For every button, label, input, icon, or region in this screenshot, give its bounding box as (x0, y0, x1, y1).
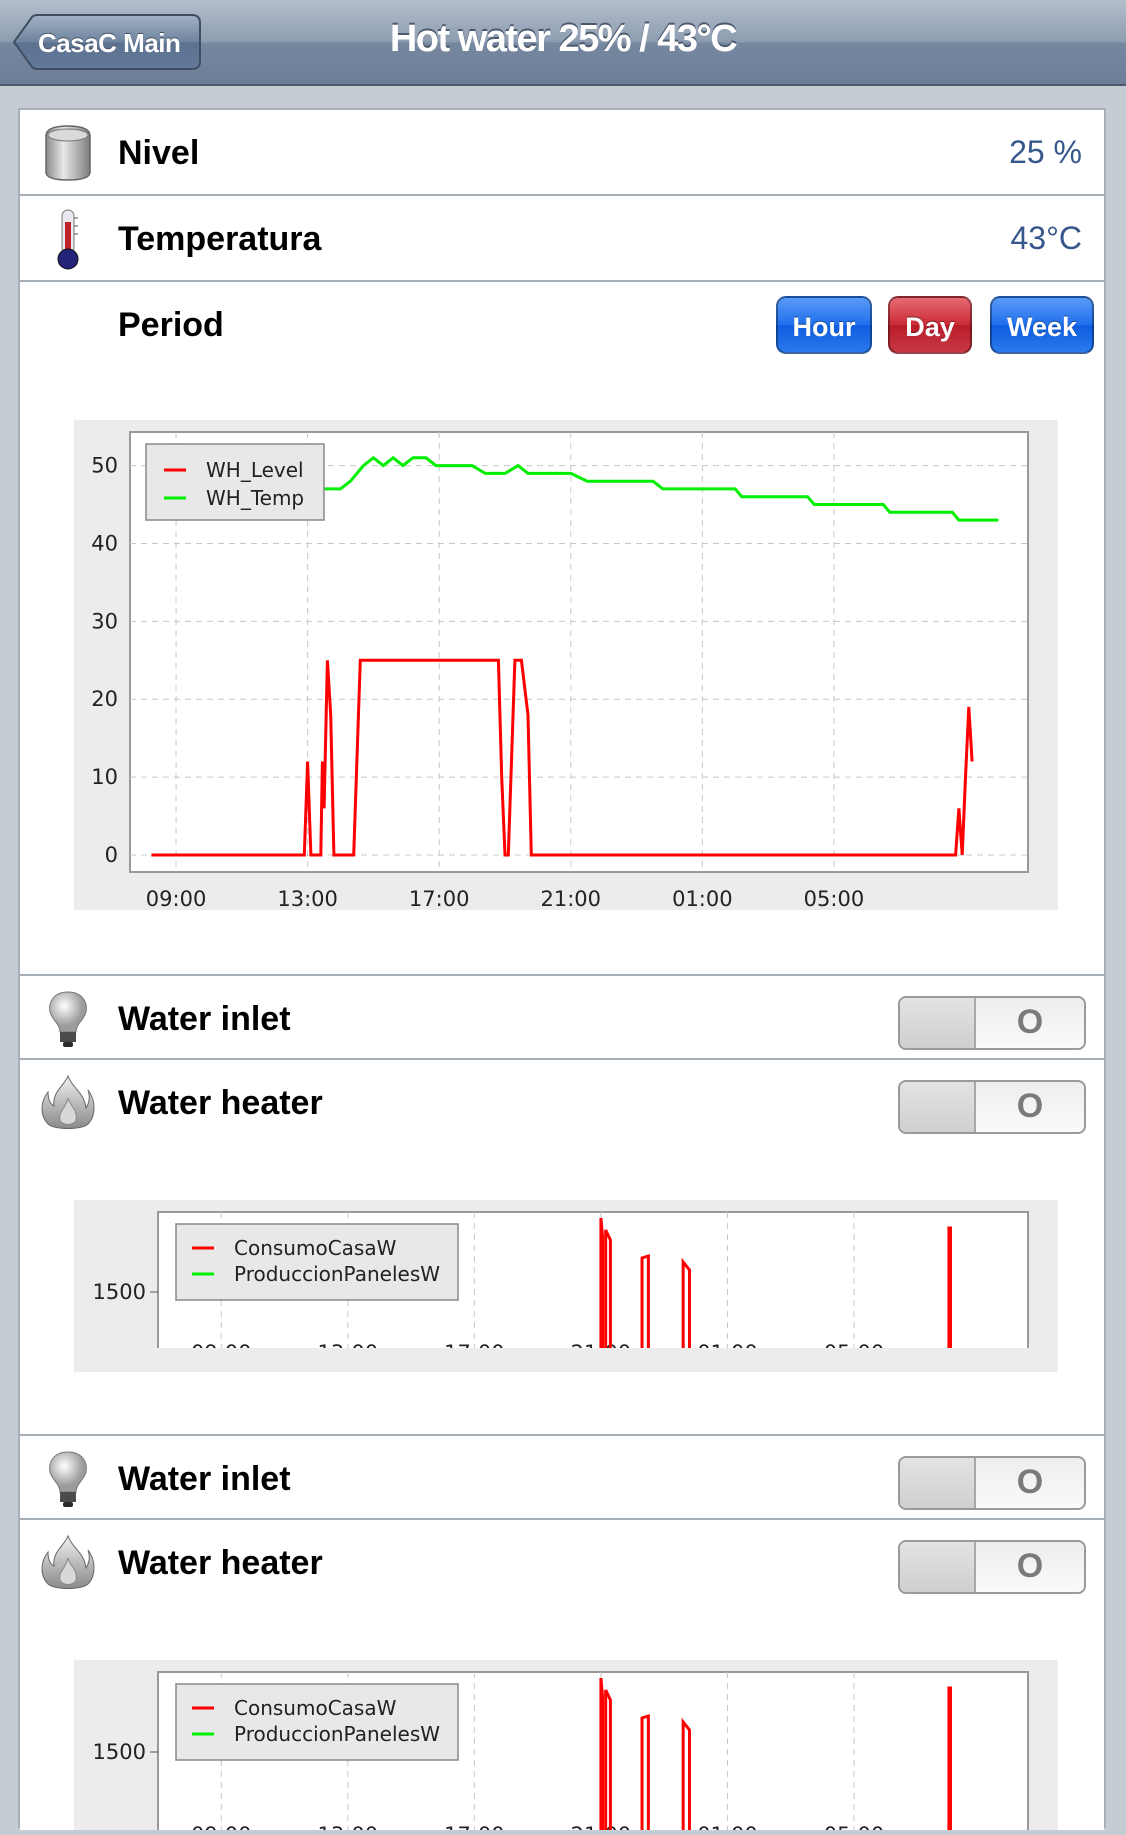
thermometer-icon (57, 209, 79, 270)
toggle-label: O (1016, 1003, 1044, 1041)
consumo-spike (599, 1217, 604, 1348)
chart-legend: ConsumoCasaWProduccionPanelesW (175, 1683, 459, 1761)
x-tick-label: 09:00 (191, 1823, 252, 1830)
y-tick-label: 1500 (93, 1280, 146, 1304)
temperatura-row: Temperatura 43°C (20, 196, 1104, 282)
x-tick-label: 01:00 (672, 887, 733, 910)
flame-icon (41, 1074, 95, 1129)
consumo-produccion-chart-1: 09:0013:0017:0021:0001:0005:001500Consum… (74, 1211, 1058, 1388)
water-heater-label-1: Water heater (118, 1084, 323, 1122)
legend-label: ProduccionPanelesW (234, 1262, 440, 1286)
y-tick-label: 10 (91, 765, 118, 789)
chart-1-area: 09:00 13:00 17:00 21:00 01:00 05:00 0 10 20 30 40 5… (20, 368, 1104, 970)
legend-label: ConsumoCasaW (234, 1236, 397, 1260)
nivel-row: Nivel 25 % (20, 110, 1104, 196)
chart-legend: ConsumoCasaWProduccionPanelesW (175, 1223, 459, 1301)
consumo-spike (599, 1677, 604, 1830)
water-inlet-toggle-2[interactable]: O (898, 1456, 1086, 1510)
navigation-bar: CasaC Main Hot water 25% / 43°C (0, 0, 1126, 86)
toggle-label: O (1016, 1087, 1044, 1125)
water-inlet-toggle-1[interactable]: O (898, 996, 1086, 1050)
x-tick-label: 13:00 (318, 1823, 379, 1830)
wh-level-temp-chart: 09:00 13:00 17:00 21:00 01:00 05:00 0 10 20 30 40 5… (91, 431, 1029, 911)
period-row: Period Hour Day Week (20, 282, 1104, 368)
chart-legend: WH_Level WH_Temp (145, 443, 325, 521)
water-heater-label-2: Water heater (118, 1544, 323, 1582)
consumo-spike (947, 1226, 952, 1348)
chart-3-area: 09:0013:0017:0021:0001:0005:001500Consum… (20, 1606, 1104, 1835)
toggle-knob (900, 1458, 976, 1508)
period-day-button[interactable]: Day (888, 296, 972, 354)
toggle-knob (900, 1542, 976, 1592)
bulb-icon (49, 991, 87, 1047)
x-tick-label: 17:00 (409, 887, 470, 910)
x-tick-label: 17:00 (444, 1823, 505, 1830)
legend-label: WH_Temp (206, 486, 304, 510)
nivel-label: Nivel (118, 134, 200, 172)
chart-1-background: 09:00 13:00 17:00 21:00 01:00 05:00 0 10 20 30 40 5… (74, 420, 1058, 911)
y-tick-label: 1500 (93, 1740, 146, 1764)
y-tick-label: 20 (91, 687, 118, 711)
consumo-produccion-chart-2: 09:0013:0017:0021:0001:0005:001500Consum… (74, 1671, 1058, 1835)
water-inlet-label-1: Water inlet (118, 1000, 291, 1038)
legend-label: ProduccionPanelesW (234, 1722, 440, 1746)
water-heater-row-1: Water heater O (20, 1060, 1104, 1146)
water-heater-toggle-2[interactable]: O (898, 1540, 1086, 1594)
toggle-label: O (1016, 1463, 1044, 1501)
x-tick-label: 01:00 (697, 1823, 758, 1830)
bulb-icon (49, 1451, 87, 1507)
water-inlet-label-2: Water inlet (118, 1460, 291, 1498)
toggle-knob (900, 1082, 976, 1132)
chart-crop-mask (74, 1348, 1058, 1388)
water-heater-row-2: Water heater O (20, 1520, 1104, 1606)
toggle-knob (900, 998, 976, 1048)
x-tick-label: 09:00 (146, 887, 207, 910)
period-week-button[interactable]: Week (990, 296, 1094, 354)
period-hour-button[interactable]: Hour (776, 296, 872, 354)
temperatura-label: Temperatura (118, 220, 322, 258)
chart-3-background: 09:0013:0017:0021:0001:0005:001500Consum… (74, 1660, 1058, 1835)
y-tick-label: 30 (91, 609, 118, 633)
y-tick-label: 40 (91, 531, 118, 555)
tank-icon (45, 125, 91, 181)
chart-2-background: 09:0013:0017:0021:0001:0005:001500Consum… (74, 1200, 1058, 1388)
y-tick-label: 0 (105, 843, 118, 867)
temperatura-value: 43°C (1010, 220, 1083, 256)
x-tick-label: 21:00 (541, 887, 602, 910)
x-tick-label: 05:00 (824, 1823, 885, 1830)
page-title: Hot water 25% / 43°C (389, 18, 738, 60)
period-label: Period (118, 306, 224, 344)
water-inlet-row-1: Water inlet O (20, 974, 1104, 1060)
water-inlet-row-2: Water inlet O (20, 1434, 1104, 1520)
y-tick-label: 50 (91, 454, 118, 478)
x-tick-label: 05:00 (804, 887, 865, 910)
water-heater-toggle-1[interactable]: O (898, 1080, 1086, 1134)
x-tick-label: 13:00 (277, 887, 338, 910)
nivel-value: 25 % (1009, 134, 1082, 170)
flame-icon (41, 1534, 95, 1589)
legend-label: WH_Level (206, 458, 304, 482)
consumo-spike (947, 1686, 952, 1830)
toggle-label: O (1016, 1547, 1044, 1585)
legend-label: ConsumoCasaW (234, 1696, 397, 1720)
chart-2-area: 09:0013:0017:0021:0001:0005:001500Consum… (20, 1146, 1104, 1432)
main-panel: Nivel 25 % Temperatura 43°C Period Hour … (18, 108, 1106, 1835)
